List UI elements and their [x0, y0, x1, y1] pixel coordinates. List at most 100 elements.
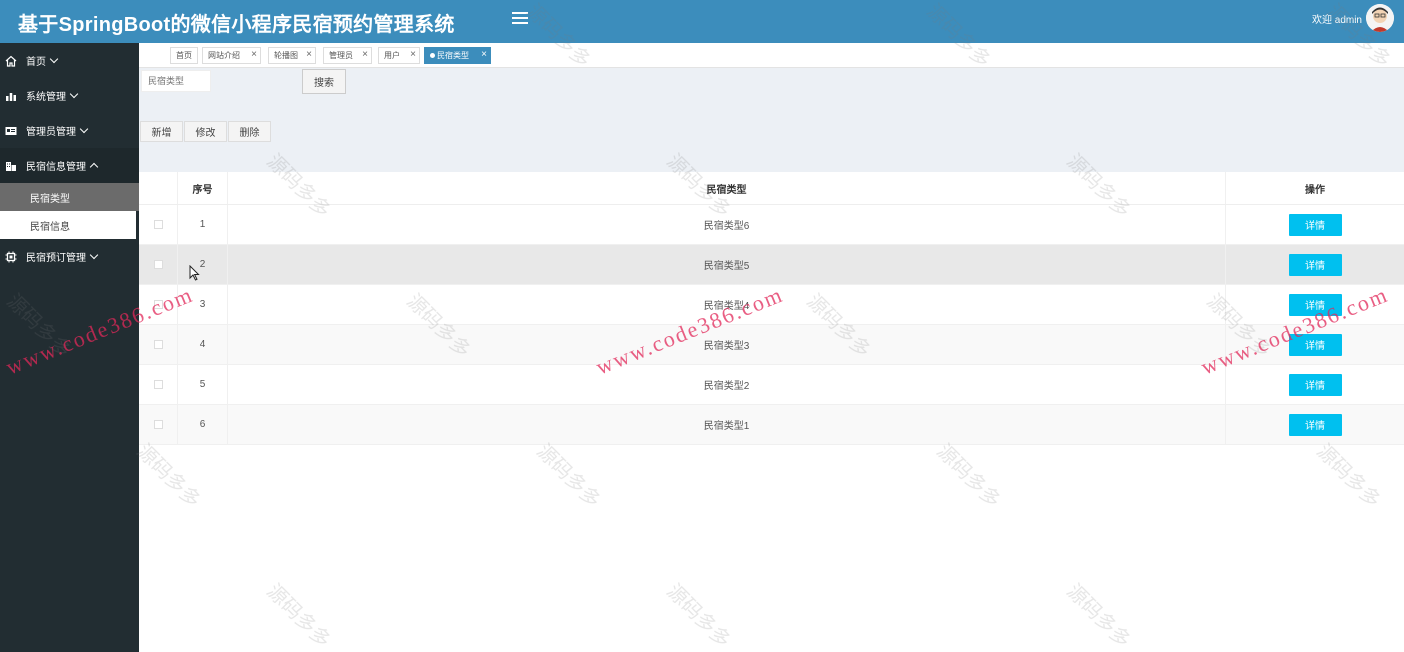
search-button[interactable]: 搜索: [302, 69, 346, 94]
watermark-text: 源码多多: [1312, 440, 1385, 513]
row-index: 6: [178, 405, 228, 444]
row-index: 4: [178, 325, 228, 364]
op-cell: 详情: [1226, 405, 1404, 444]
sidebar-item-system[interactable]: 系统管理: [0, 78, 139, 113]
check-cell: [139, 405, 178, 444]
delete-button[interactable]: 删除: [228, 121, 271, 142]
tab-label: 轮播图: [274, 51, 298, 60]
tab-label: 管理员: [329, 51, 353, 60]
tab-carousel[interactable]: 轮播图 ×: [268, 47, 316, 64]
row-checkbox[interactable]: [153, 300, 163, 309]
close-icon[interactable]: ×: [306, 49, 312, 60]
watermark-text: 源码多多: [532, 440, 605, 513]
top-header: 基于SpringBoot的微信小程序民宿预约管理系统 欢迎 admin: [0, 0, 1404, 43]
row-checkbox[interactable]: [153, 420, 163, 429]
check-cell: [139, 205, 178, 244]
table-row[interactable]: 2 民宿类型5 详情: [139, 245, 1404, 285]
watermark-text: 源码多多: [262, 580, 335, 652]
tab-admin[interactable]: 管理员 ×: [323, 47, 372, 64]
sidebar-subitem-homestay-info[interactable]: 民宿信息: [0, 211, 139, 239]
user-avatar[interactable]: [1366, 4, 1394, 32]
tab-label: 网站介绍: [208, 51, 240, 60]
menu-toggle-icon[interactable]: [512, 10, 528, 24]
table-header-row: 序号 民宿类型 操作: [139, 172, 1404, 205]
bar-chart-icon: [4, 89, 18, 103]
detail-button[interactable]: 详情: [1288, 293, 1342, 316]
sidebar-item-admin[interactable]: 管理员管理: [0, 113, 139, 148]
sidebar-item-homestay-info[interactable]: 民宿信息管理: [0, 148, 139, 183]
header-index: 序号: [178, 172, 228, 204]
detail-button[interactable]: 详情: [1288, 373, 1342, 396]
sidebar-item-home[interactable]: 首页: [0, 43, 139, 78]
row-index: 3: [178, 285, 228, 324]
active-dot-icon: [430, 53, 435, 58]
home-icon: [4, 54, 18, 68]
sidebar-item-label: 管理员管理: [26, 127, 76, 138]
tab-home[interactable]: 首页: [170, 47, 198, 64]
close-icon[interactable]: ×: [362, 49, 368, 60]
tab-label: 民宿类型: [437, 51, 469, 60]
tab-site-intro[interactable]: 网站介绍 ×: [202, 47, 261, 64]
add-button[interactable]: 新增: [140, 121, 183, 142]
op-cell: 详情: [1226, 205, 1404, 244]
chip-icon: [4, 250, 18, 264]
building-icon: [4, 159, 18, 173]
chevron-down-icon: [49, 54, 59, 64]
row-type: 民宿类型2: [228, 365, 1226, 404]
detail-button[interactable]: 详情: [1288, 333, 1342, 356]
filter-area: 搜索 新增 修改 删除: [139, 68, 1404, 172]
row-type: 民宿类型1: [228, 405, 1226, 444]
row-checkbox[interactable]: [153, 220, 163, 229]
table-row[interactable]: 3 民宿类型4 详情: [139, 285, 1404, 325]
welcome-text[interactable]: 欢迎 admin: [1312, 11, 1362, 26]
tab-homestay-type[interactable]: 民宿类型 ×: [424, 47, 491, 64]
sidebar-item-label: 首页: [26, 57, 46, 68]
app-title: 基于SpringBoot的微信小程序民宿预约管理系统: [18, 14, 455, 36]
op-cell: 详情: [1226, 245, 1404, 284]
row-type: 民宿类型4: [228, 285, 1226, 324]
row-checkbox[interactable]: [153, 340, 163, 349]
detail-button[interactable]: 详情: [1288, 253, 1342, 276]
edit-button[interactable]: 修改: [184, 121, 227, 142]
tab-label: 用户: [384, 51, 400, 60]
row-checkbox[interactable]: [153, 260, 163, 269]
row-index: 1: [178, 205, 228, 244]
header-op: 操作: [1305, 184, 1325, 196]
sidebar-item-label: 民宿信息管理: [26, 162, 86, 173]
chevron-down-icon: [79, 124, 89, 134]
row-type: 民宿类型6: [228, 205, 1226, 244]
close-icon[interactable]: ×: [251, 49, 257, 60]
tab-user[interactable]: 用户 ×: [378, 47, 420, 64]
sidebar-item-label: 民宿预订管理: [26, 253, 86, 264]
row-checkbox[interactable]: [153, 380, 163, 389]
table-row[interactable]: 1 民宿类型6 详情: [139, 205, 1404, 245]
submenu: 民宿类型 民宿信息: [0, 183, 139, 239]
check-cell: [139, 285, 178, 324]
detail-button[interactable]: 详情: [1288, 413, 1342, 436]
watermark-text: 源码多多: [1062, 580, 1135, 652]
watermark-text: 源码多多: [132, 440, 205, 513]
sidebar-subitem-homestay-type[interactable]: 民宿类型: [0, 183, 139, 211]
check-cell: [139, 245, 178, 284]
row-type: 民宿类型5: [228, 245, 1226, 284]
chevron-down-icon: [69, 89, 79, 99]
close-icon[interactable]: ×: [481, 49, 487, 60]
sidebar-item-label: 系统管理: [26, 92, 66, 103]
id-card-icon: [4, 124, 18, 138]
row-type: 民宿类型3: [228, 325, 1226, 364]
close-icon[interactable]: ×: [410, 49, 416, 60]
table-row[interactable]: 5 民宿类型2 详情: [139, 365, 1404, 405]
table-row[interactable]: 6 民宿类型1 详情: [139, 405, 1404, 445]
tab-bar: 首页 网站介绍 × 轮播图 × 管理员 × 用户 × 民宿类型 ×: [139, 43, 1404, 68]
table-row[interactable]: 4 民宿类型3 详情: [139, 325, 1404, 365]
check-cell: [139, 325, 178, 364]
check-cell: [139, 365, 178, 404]
tab-label: 首页: [176, 51, 192, 60]
row-index: 2: [178, 245, 228, 284]
sidebar: 首页 系统管理 管理员管理 民宿信息管理 民宿类型 民宿信息 民宿预订管理: [0, 43, 139, 652]
homestay-type-input[interactable]: [141, 70, 211, 92]
op-cell: 详情: [1226, 285, 1404, 324]
detail-button[interactable]: 详情: [1288, 213, 1342, 236]
op-cell: 详情: [1226, 365, 1404, 404]
sidebar-item-booking[interactable]: 民宿预订管理: [0, 239, 139, 274]
